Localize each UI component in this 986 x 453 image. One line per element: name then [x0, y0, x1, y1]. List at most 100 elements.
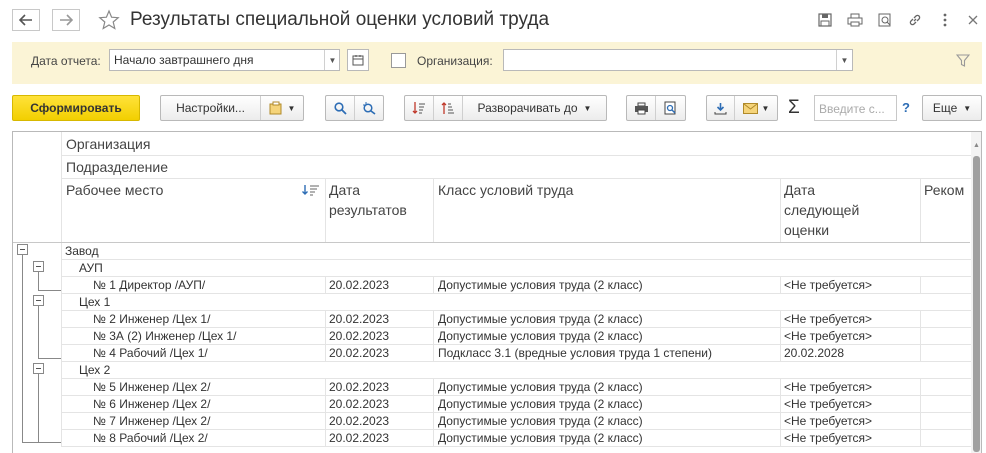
- calendar-icon: [352, 55, 364, 66]
- next-date-cell: 20.02.2028: [784, 346, 845, 360]
- table-row[interactable]: № 6 Инженер /Цех 2/20.02.2023 Допустимые …: [13, 396, 971, 413]
- group-row[interactable]: Цех 2: [13, 362, 971, 379]
- search-group: [325, 95, 384, 121]
- result-date-cell: 20.02.2023: [329, 278, 390, 292]
- group-row[interactable]: АУП: [13, 260, 971, 277]
- find-button[interactable]: [326, 96, 355, 120]
- workplace-cell: Завод: [65, 244, 99, 258]
- print-icon[interactable]: [845, 10, 865, 30]
- more-vertical-icon[interactable]: [935, 10, 955, 30]
- workplace-cell: № 2 Инженер /Цех 1/: [93, 312, 211, 326]
- next-date-cell: <Не требуется>: [784, 397, 873, 411]
- header-next-date[interactable]: Дата следующей оценки: [784, 180, 859, 240]
- back-button[interactable]: [12, 9, 40, 31]
- header-recommendations[interactable]: Реком: [924, 180, 964, 200]
- send-mail-button[interactable]: ▼: [735, 96, 777, 120]
- print-preview-icon: [664, 101, 676, 115]
- result-date-cell: 20.02.2023: [329, 431, 390, 445]
- search-icon: [333, 101, 347, 115]
- chevron-down-icon: ▼: [963, 103, 972, 113]
- chevron-down-icon: ▼: [583, 103, 592, 113]
- workplace-cell: АУП: [79, 261, 103, 275]
- table-row[interactable]: № 4 Рабочий /Цех 1/20.02.2023 Подкласс 3.…: [13, 345, 971, 362]
- table-row[interactable]: № 8 Рабочий /Цех 2/20.02.2023 Допустимые …: [13, 430, 971, 447]
- workplace-cell: № 5 Инженер /Цех 2/: [93, 380, 211, 394]
- workplace-cell: Цех 2: [79, 363, 111, 377]
- print-button[interactable]: [627, 96, 656, 120]
- scrollbar-thumb[interactable]: [973, 156, 980, 452]
- group-controls: Разворачивать до ▼: [404, 95, 607, 121]
- filter-icon[interactable]: [955, 54, 971, 70]
- preview-icon[interactable]: [875, 10, 895, 30]
- generate-button[interactable]: Сформировать: [12, 95, 140, 121]
- chevron-down-icon: ▼: [287, 103, 296, 113]
- condition-class-cell: Допустимые условия труда (2 класс): [438, 397, 643, 411]
- date-field[interactable]: Начало завтрашнего дня ▼: [109, 49, 340, 71]
- workplace-cell: № 3А (2) Инженер /Цех 1/: [93, 329, 237, 343]
- cancel-search-button[interactable]: [355, 96, 383, 120]
- search-input[interactable]: Введите с...: [814, 95, 897, 121]
- next-date-cell: <Не требуется>: [784, 414, 873, 428]
- header-organization[interactable]: Организация: [66, 134, 150, 154]
- preview-button[interactable]: [656, 96, 685, 120]
- table-row[interactable]: № 1 Директор /АУП/20.02.2023 Допустимые у…: [13, 277, 971, 294]
- sum-icon[interactable]: Σ: [788, 96, 800, 120]
- link-icon[interactable]: [905, 10, 925, 30]
- header-department[interactable]: Подразделение: [66, 157, 168, 177]
- header-condition-class[interactable]: Класс условий труда: [438, 180, 573, 200]
- close-icon[interactable]: [963, 10, 983, 30]
- result-date-cell: 20.02.2023: [329, 312, 390, 326]
- result-date-cell: 20.02.2023: [329, 397, 390, 411]
- condition-class-cell: Допустимые условия труда (2 класс): [438, 278, 643, 292]
- expand-to-button[interactable]: Разворачивать до ▼: [463, 96, 606, 120]
- result-date-cell: 20.02.2023: [329, 346, 390, 360]
- condition-class-cell: Допустимые условия труда (2 класс): [438, 380, 643, 394]
- next-date-cell: <Не требуется>: [784, 380, 873, 394]
- scroll-up-icon[interactable]: ▲: [973, 142, 980, 149]
- condition-class-cell: Допустимые условия труда (2 класс): [438, 414, 643, 428]
- workplace-cell: № 8 Рабочий /Цех 2/: [93, 431, 208, 445]
- header-workplace[interactable]: Рабочее место: [66, 180, 163, 200]
- date-dropdown-icon[interactable]: ▼: [324, 50, 339, 70]
- envelope-icon: [742, 102, 758, 114]
- table-row[interactable]: № 7 Инженер /Цех 2/20.02.2023 Допустимые …: [13, 413, 971, 430]
- arrow-right-icon: [60, 14, 73, 26]
- table-row[interactable]: № 3А (2) Инженер /Цех 1/20.02.2023 Допуст…: [13, 328, 971, 345]
- header-result-date[interactable]: Дата результатов: [329, 180, 407, 220]
- settings-button[interactable]: Настройки... ▼: [160, 95, 304, 121]
- group-row[interactable]: Завод: [13, 243, 971, 260]
- variants-icon: [269, 101, 282, 115]
- workplace-cell: № 6 Инженер /Цех 2/: [93, 397, 211, 411]
- collapse-groups-button[interactable]: [405, 96, 434, 120]
- search-refresh-icon: [363, 101, 376, 115]
- print-group: [626, 95, 686, 121]
- download-icon: [714, 102, 727, 114]
- report-grid[interactable]: Организация Подразделение Рабочее место …: [12, 131, 982, 453]
- table-row[interactable]: № 2 Инженер /Цех 1/20.02.2023 Допустимые …: [13, 311, 971, 328]
- organization-checkbox[interactable]: [391, 53, 406, 68]
- save-icon[interactable]: [815, 10, 835, 30]
- expand-groups-button[interactable]: [434, 96, 463, 120]
- workplace-cell: Цех 1: [79, 295, 111, 309]
- table-row[interactable]: № 5 Инженер /Цех 2/20.02.2023 Допустимые …: [13, 379, 971, 396]
- export-group: ▼: [706, 95, 778, 121]
- window-title: Результаты специальной оценки условий тр…: [130, 9, 550, 30]
- forward-button[interactable]: [52, 9, 80, 31]
- sort-ascending-icon[interactable]: [302, 184, 322, 199]
- chevron-down-icon: ▼: [761, 103, 770, 113]
- condition-class-cell: Допустимые условия труда (2 класс): [438, 312, 643, 326]
- organization-field[interactable]: ▼: [503, 49, 853, 71]
- more-button[interactable]: Еще ▼: [922, 95, 982, 121]
- filter-panel: Дата отчета: Начало завтрашнего дня ▼ Ор…: [12, 42, 982, 84]
- favorite-star-icon[interactable]: [98, 9, 120, 31]
- group-row[interactable]: Цех 1: [13, 294, 971, 311]
- date-value: Начало завтрашнего дня: [114, 53, 254, 67]
- vertical-scrollbar[interactable]: ▲: [971, 132, 981, 453]
- save-to-file-button[interactable]: [707, 96, 735, 120]
- result-date-cell: 20.02.2023: [329, 329, 390, 343]
- help-button[interactable]: ?: [902, 100, 910, 115]
- arrow-left-icon: [19, 14, 32, 26]
- next-date-cell: <Не требуется>: [784, 329, 873, 343]
- organization-dropdown-icon[interactable]: ▼: [836, 50, 852, 70]
- calendar-button[interactable]: [347, 49, 369, 71]
